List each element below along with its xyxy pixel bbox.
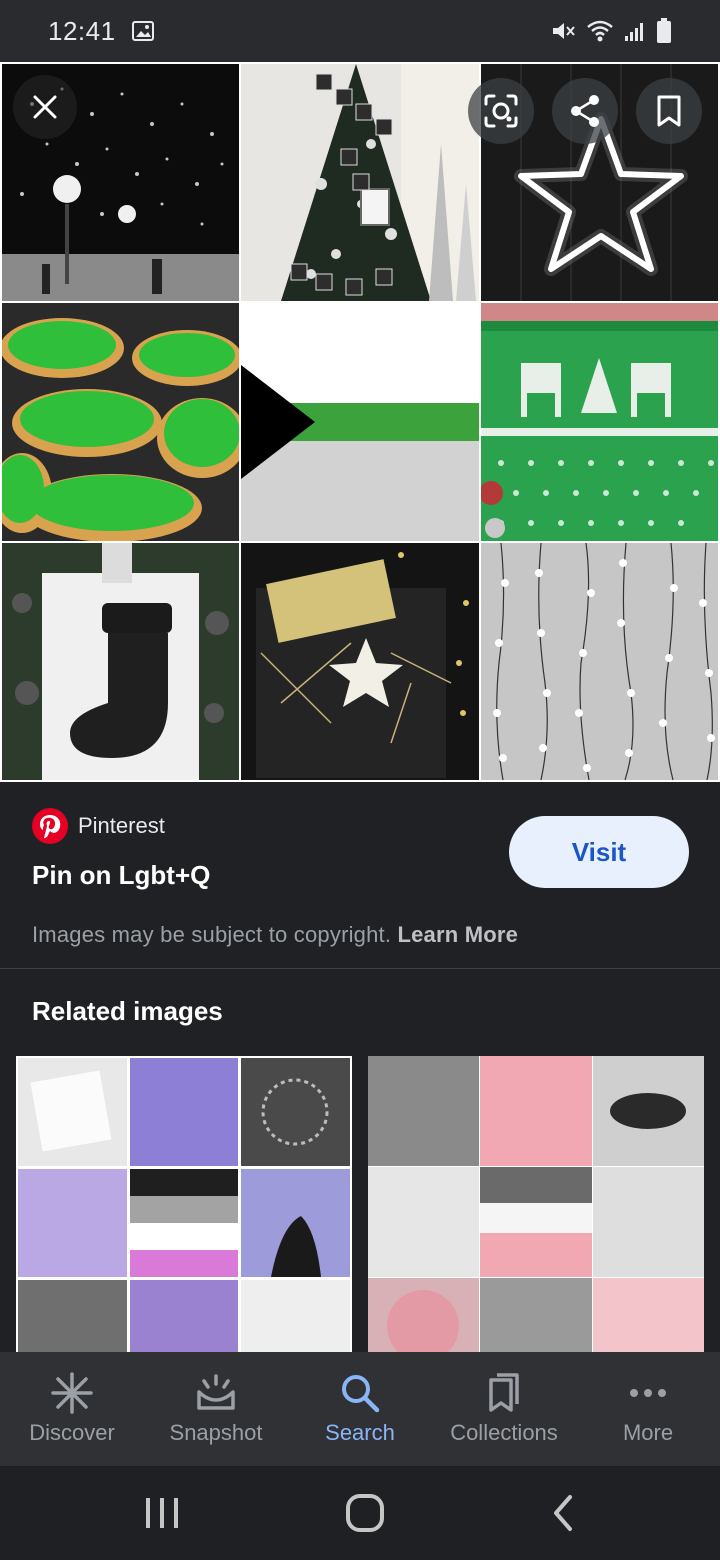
recents-icon[interactable] [142, 1495, 182, 1531]
source-name: Pinterest [78, 813, 165, 838]
mute-icon [553, 23, 575, 39]
bookmark-button[interactable] [636, 78, 702, 144]
nav-search-label: Search [325, 1420, 395, 1445]
status-bar: 12:41 [0, 0, 720, 62]
tile-green-sweater [481, 303, 718, 541]
snapshot-icon [197, 1374, 235, 1410]
nav-snapshot-label: Snapshot [169, 1420, 263, 1445]
tile-tree-cookies [2, 303, 239, 541]
source-row[interactable]: Pinterest [32, 808, 165, 844]
bottom-navigation: Discover Snapshot Search Collections Mor… [0, 1352, 720, 1466]
close-icon [33, 95, 57, 119]
related-images-heading: Related images [32, 996, 223, 1026]
nav-snapshot[interactable]: Snapshot [146, 1372, 286, 1446]
share-icon [571, 95, 599, 127]
tile-black-stocking [2, 543, 239, 780]
signal-icon [625, 23, 643, 41]
tile-black-gold-gift [241, 543, 479, 780]
close-button[interactable] [13, 75, 77, 139]
nav-discover-label: Discover [29, 1420, 115, 1445]
nav-collections-label: Collections [450, 1420, 558, 1445]
more-dots-icon [630, 1389, 666, 1397]
nav-collections[interactable]: Collections [434, 1372, 574, 1446]
pinterest-logo-icon [32, 808, 68, 844]
related-image-2[interactable] [368, 1056, 704, 1352]
system-navigation-bar [0, 1466, 720, 1560]
back-icon[interactable] [548, 1493, 578, 1533]
share-button[interactable] [552, 78, 618, 144]
nav-more-label: More [622, 1420, 674, 1445]
collections-icon [489, 1373, 519, 1412]
nav-discover[interactable]: Discover [2, 1372, 142, 1446]
home-icon[interactable] [345, 1493, 385, 1533]
tile-string-lights [481, 543, 718, 780]
asterisk-icon [51, 1372, 93, 1414]
copyright-notice: Images may be subject to copyright. Lear… [32, 922, 518, 948]
wifi-icon [587, 20, 613, 42]
visit-button[interactable]: Visit [509, 816, 689, 888]
page-title[interactable]: Pin on Lgbt+Q [32, 860, 210, 891]
battery-icon [657, 18, 671, 43]
nav-more[interactable]: More [578, 1372, 718, 1446]
status-time: 12:41 [48, 15, 116, 46]
learn-more-link[interactable]: Learn More [397, 922, 518, 947]
tile-demisexual-flag [241, 303, 479, 541]
bookmark-icon [657, 95, 681, 127]
nav-search[interactable]: Search [290, 1372, 430, 1446]
search-icon [342, 1375, 380, 1413]
lens-icon [484, 94, 518, 128]
main-image[interactable] [0, 62, 720, 782]
related-image-1[interactable] [16, 1056, 352, 1352]
image-source-panel: Pinterest Pin on Lgbt+Q Visit Images may… [0, 782, 720, 969]
image-icon [131, 21, 154, 41]
lens-button[interactable] [468, 78, 534, 144]
tile-christmas-tree [241, 64, 479, 301]
copyright-text: Images may be subject to copyright. [32, 922, 392, 947]
